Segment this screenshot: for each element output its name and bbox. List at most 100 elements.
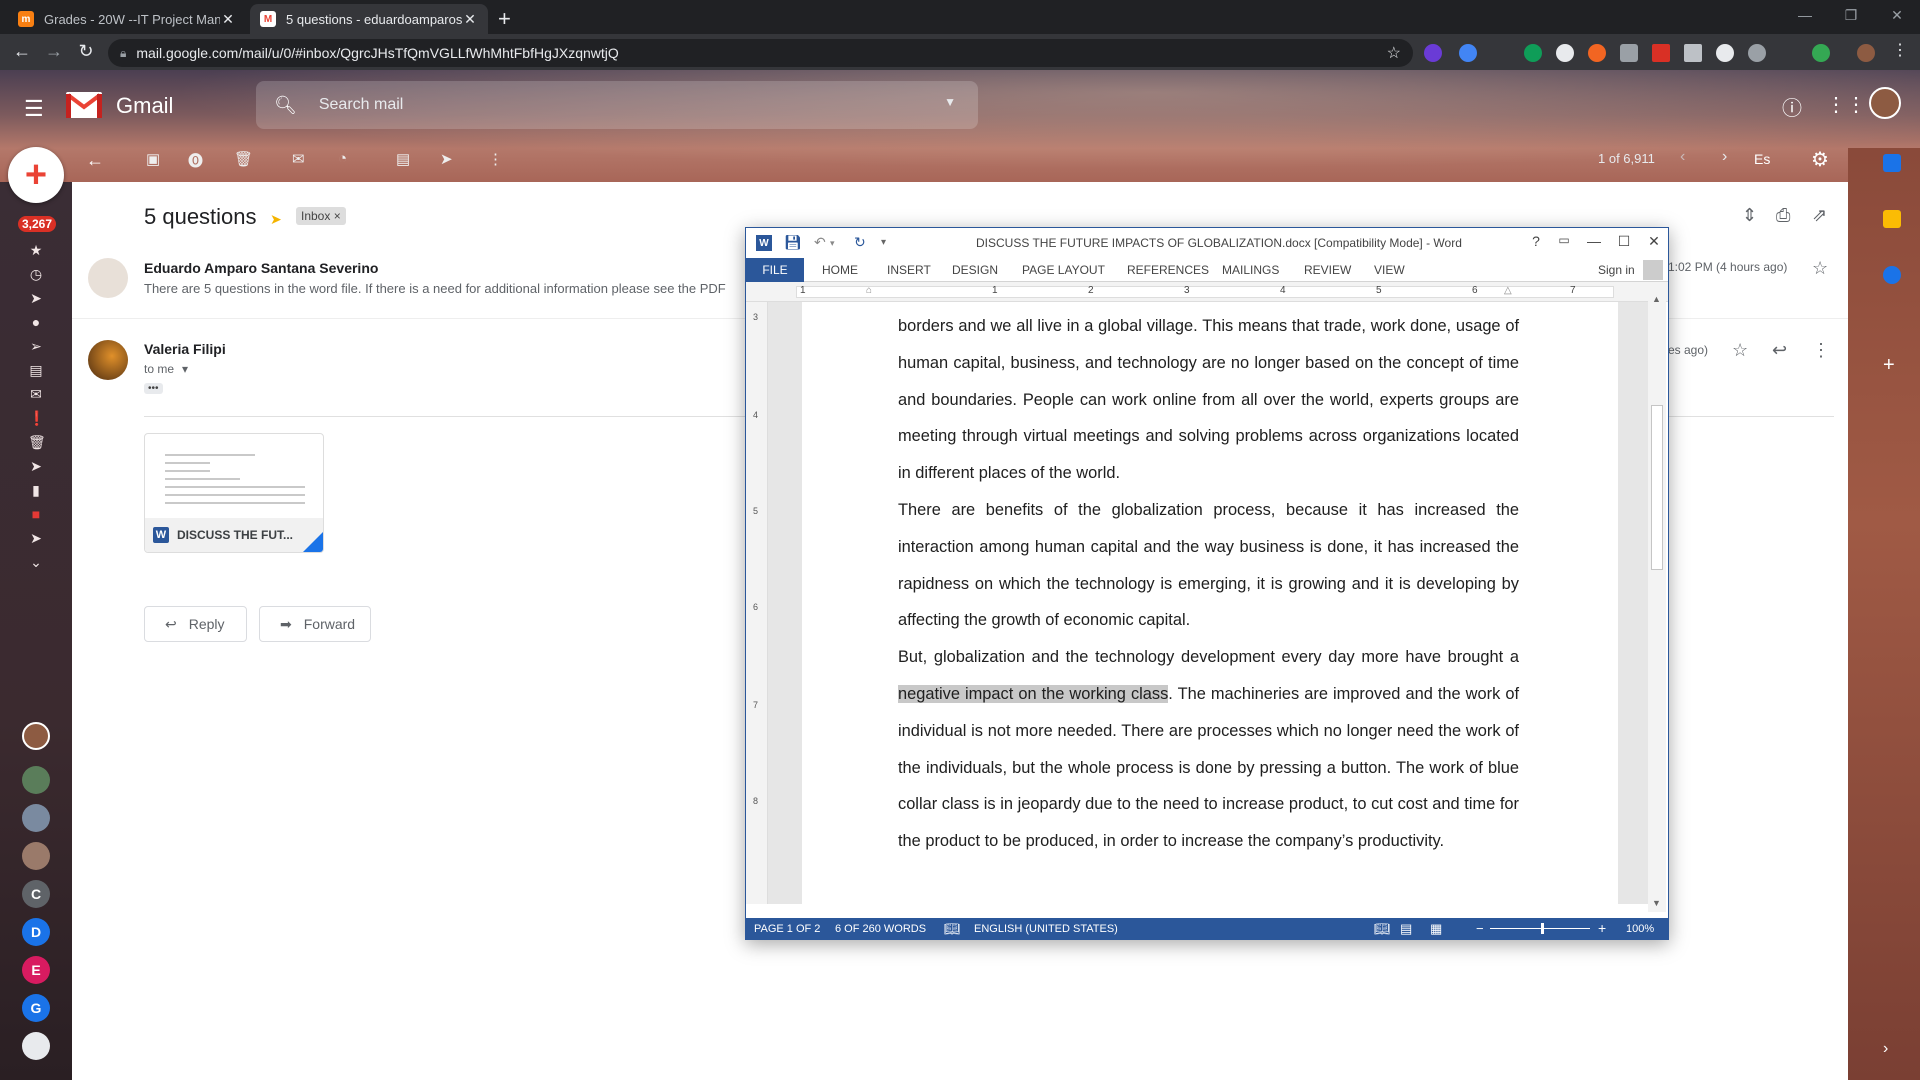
get-addons-icon[interactable]: + [1883,354,1901,376]
user-avatar-icon[interactable] [1643,260,1663,280]
indent-marker-icon[interactable]: ⌂ [866,285,872,296]
tab-mailings[interactable]: MAILINGS [1222,263,1279,277]
label-icon[interactable]: ➤ [28,458,44,475]
all-mail-icon[interactable]: ✉ [28,386,44,403]
extension-icon[interactable] [1524,44,1542,62]
word-window[interactable]: W 💾︎ ↶ ▾ ↻ ▾ DISCUSS THE FUTURE IMPACTS … [745,227,1669,940]
forward-button[interactable]: ➡ Forward [259,606,371,642]
close-tab-icon[interactable]: ✕ [220,11,236,28]
save-icon[interactable]: 💾︎ [784,234,802,251]
tab-home[interactable]: HOME [822,263,858,277]
sender-name[interactable]: Valeria Filipi [144,341,226,357]
drafts-icon[interactable]: ▤ [28,362,44,379]
sent-icon[interactable]: ➢ [28,338,44,355]
print-layout-icon[interactable]: ▤ [1400,921,1412,937]
tab-insert[interactable]: INSERT [887,263,931,277]
hangouts-avatar[interactable] [22,766,50,794]
restore-icon[interactable]: ❐ [1828,0,1874,30]
input-language-selector[interactable]: Es [1754,151,1770,167]
page-count[interactable]: PAGE 1 OF 2 [754,923,820,935]
zoom-out-icon[interactable]: − [1476,921,1484,936]
calendar-icon[interactable] [1883,154,1901,172]
zoom-slider[interactable] [1490,928,1590,929]
print-icon[interactable]: ⎙ [1776,205,1790,226]
paragraph[interactable]: borders and we all live in a global vill… [898,308,1519,492]
star-icon[interactable]: ☆ [1732,340,1748,361]
delete-icon[interactable]: 🗑︎ [234,150,253,174]
expand-all-icon[interactable]: ⇕ [1742,205,1757,226]
scroll-thumb[interactable] [1651,405,1663,570]
proofing-icon[interactable]: 📖︎ [944,921,961,937]
tab-page-layout[interactable]: PAGE LAYOUT [1022,263,1105,277]
hangouts-avatar[interactable] [22,842,50,870]
sender-avatar[interactable] [88,258,128,298]
hangouts-contact[interactable]: G [22,994,50,1022]
important-icon[interactable]: ➤ [28,290,44,307]
sign-in-link[interactable]: Sign in [1598,263,1635,277]
show-details-icon[interactable]: ▾ [182,362,188,376]
more-options-icon[interactable]: ⋮ [1812,340,1830,361]
chrome-menu-icon[interactable]: ⋮ [1892,40,1910,59]
selected-text[interactable]: negative impact on the working class [898,684,1169,703]
newer-icon[interactable]: ‹ [1680,148,1685,166]
document-page[interactable]: borders and we all live in a global vill… [802,302,1618,904]
close-icon[interactable]: ✕ [1644,233,1664,250]
extension-icon[interactable] [1424,44,1442,62]
extension-icon[interactable] [1556,44,1574,62]
label-icon[interactable]: ▮ [28,482,44,499]
apps-grid-icon[interactable]: ⋮⋮ [1826,92,1866,117]
reload-icon[interactable]: ↻ [74,41,98,62]
right-indent-marker-icon[interactable]: △ [1504,285,1512,296]
tab-file[interactable]: FILE [746,258,804,282]
word-count[interactable]: 6 OF 260 WORDS [835,923,926,935]
minimize-icon[interactable]: — [1584,233,1604,249]
trash-icon[interactable]: 🗑︎ [28,434,46,451]
maximize-icon[interactable]: ☐ [1614,233,1634,250]
inbox-label-chip[interactable]: Inbox × [296,207,346,225]
label-icon[interactable]: ■ [28,506,44,522]
label-icon[interactable]: ➤ [28,530,44,547]
chats-icon[interactable]: ● [28,314,44,330]
starred-icon[interactable]: ★ [28,242,44,259]
extension-icon[interactable] [1684,44,1702,62]
tab-gmail[interactable]: M 5 questions - eduardoamparos@ ✕ [250,4,488,34]
tab-grades[interactable]: m Grades - 20W --IT Project Manag ✕ [8,4,246,34]
keep-icon[interactable] [1883,210,1901,228]
report-spam-icon[interactable]: ⓿ [188,150,203,174]
bookmark-star-icon[interactable]: ☆ [1387,43,1401,63]
forward-icon[interactable]: → [42,41,66,62]
settings-gear-icon[interactable]: ⚙ [1811,147,1829,172]
sender-avatar[interactable] [88,340,128,380]
main-menu-icon[interactable]: ☰ [24,96,44,122]
help-icon[interactable]: ? [1526,233,1546,249]
more-actions-icon[interactable]: ⋮ [488,150,503,174]
hangouts-avatar[interactable] [22,722,50,750]
extension-icon[interactable] [1748,44,1766,62]
reply-button[interactable]: ↩ Reply [144,606,247,642]
tab-view[interactable]: VIEW [1374,263,1405,277]
search-options-icon[interactable]: ▼ [944,95,956,109]
search-icon[interactable]: 🔍︎ [274,95,297,116]
language-status[interactable]: ENGLISH (UNITED STATES) [974,923,1118,935]
address-bar[interactable]: 🔒︎ mail.google.com/mail/u/0/#inbox/QgrcJ… [108,39,1413,67]
hangouts-contact[interactable]: C [22,880,50,908]
back-to-inbox-icon[interactable]: ← [86,150,104,174]
extension-icon[interactable] [1652,44,1670,62]
document-text[interactable]: borders and we all live in a global vill… [898,308,1519,860]
support-icon[interactable]: ⓘ [1782,92,1802,121]
horizontal-ruler[interactable]: 1 ⌂ 1 2 3 4 5 6 7 △ [746,282,1668,302]
vertical-scrollbar[interactable]: ▲ ▼ [1648,290,1666,912]
hangouts-contact[interactable]: D [22,918,50,946]
search-mail-bar[interactable]: 🔍︎ Search mail ▼ [256,81,978,129]
reply-icon[interactable]: ↩ [1772,340,1787,361]
show-trimmed-content[interactable]: ••• [144,383,163,394]
importance-marker-icon[interactable]: ➤ [270,211,282,228]
star-icon[interactable]: ☆ [1812,258,1828,279]
message-snippet[interactable]: There are 5 questions in the word file. … [144,281,726,296]
tab-design[interactable]: DESIGN [952,263,998,277]
recipient-details[interactable]: to me [144,362,174,376]
tasks-icon[interactable] [1883,266,1901,284]
tab-references[interactable]: REFERENCES [1127,263,1209,277]
undo-dropdown-icon[interactable]: ▾ [830,238,835,249]
close-tab-icon[interactable]: ✕ [462,11,478,28]
